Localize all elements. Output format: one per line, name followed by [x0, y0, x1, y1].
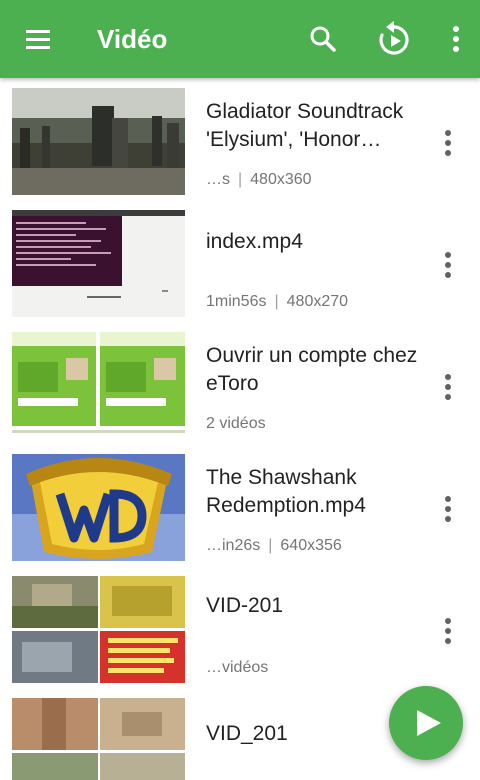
overflow-icon	[453, 26, 459, 52]
video-duration: …in26s	[206, 537, 261, 554]
video-list: Gladiator Soundtrack 'Elysium', 'Honor H…	[0, 78, 480, 780]
video-duration: …s	[206, 171, 230, 188]
video-title: The Shawshank Redemption.mp4	[206, 466, 366, 517]
menu-button[interactable]	[18, 22, 58, 56]
video-meta: …in26s | 640x356	[206, 536, 342, 556]
meta-separator: |	[238, 171, 243, 188]
search-button[interactable]	[304, 20, 342, 58]
video-thumbnail	[12, 210, 185, 317]
search-icon	[310, 26, 336, 52]
item-more-button[interactable]	[436, 126, 460, 160]
video-meta: …s | 480x360	[206, 170, 312, 190]
video-folder-item[interactable]: VID-201 …vidéos	[0, 566, 480, 688]
item-more-button[interactable]	[436, 492, 460, 526]
video-meta: 1min56s | 480x270	[206, 292, 348, 312]
more-icon	[445, 130, 451, 156]
resume-icon	[379, 21, 409, 55]
video-thumbnail	[12, 88, 185, 195]
video-title: Gladiator Soundtrack 'Elysium', 'Honor H…	[206, 100, 404, 151]
meta-separator: |	[268, 537, 273, 554]
menu-icon	[26, 30, 50, 49]
video-count: 2 vidéos	[206, 415, 266, 432]
play-fab-button[interactable]	[389, 686, 463, 760]
video-thumbnail	[12, 698, 185, 780]
page-title: Vidéo	[97, 24, 168, 54]
video-item[interactable]: The Shawshank Redemption.mp4 …in26s | 640x…	[0, 444, 480, 566]
video-item[interactable]: Gladiator Soundtrack 'Elysium', 'Honor H…	[0, 78, 480, 200]
video-resolution: 640x356	[280, 537, 342, 554]
overflow-menu-button[interactable]	[442, 22, 470, 56]
more-icon	[445, 618, 451, 644]
item-more-button[interactable]	[436, 614, 460, 648]
item-more-button[interactable]	[436, 370, 460, 404]
item-more-button[interactable]	[436, 248, 460, 282]
video-title: index.mp4	[206, 230, 303, 253]
more-icon	[445, 374, 451, 400]
video-title: Ouvrir un compte chez eToro	[206, 344, 418, 395]
resume-playback-button[interactable]	[374, 18, 414, 60]
meta-separator: |	[274, 293, 279, 310]
play-icon	[417, 710, 441, 736]
video-folder-item[interactable]: Ouvrir un compte chez eToro 2 vidéos	[0, 322, 480, 444]
video-duration: 1min56s	[206, 293, 267, 310]
more-icon	[445, 252, 451, 278]
video-resolution: 480x360	[250, 171, 312, 188]
video-thumbnail	[12, 454, 185, 561]
video-title: VID-201	[206, 594, 284, 617]
video-thumbnail	[12, 332, 185, 439]
video-thumbnail	[12, 576, 185, 683]
video-resolution: 480x270	[286, 293, 349, 310]
app-bar: Vidéo	[0, 0, 480, 78]
more-icon	[445, 496, 451, 522]
video-item[interactable]: index.mp4 1min56s | 480x270	[0, 200, 480, 322]
video-count: …vidéos	[206, 659, 269, 676]
